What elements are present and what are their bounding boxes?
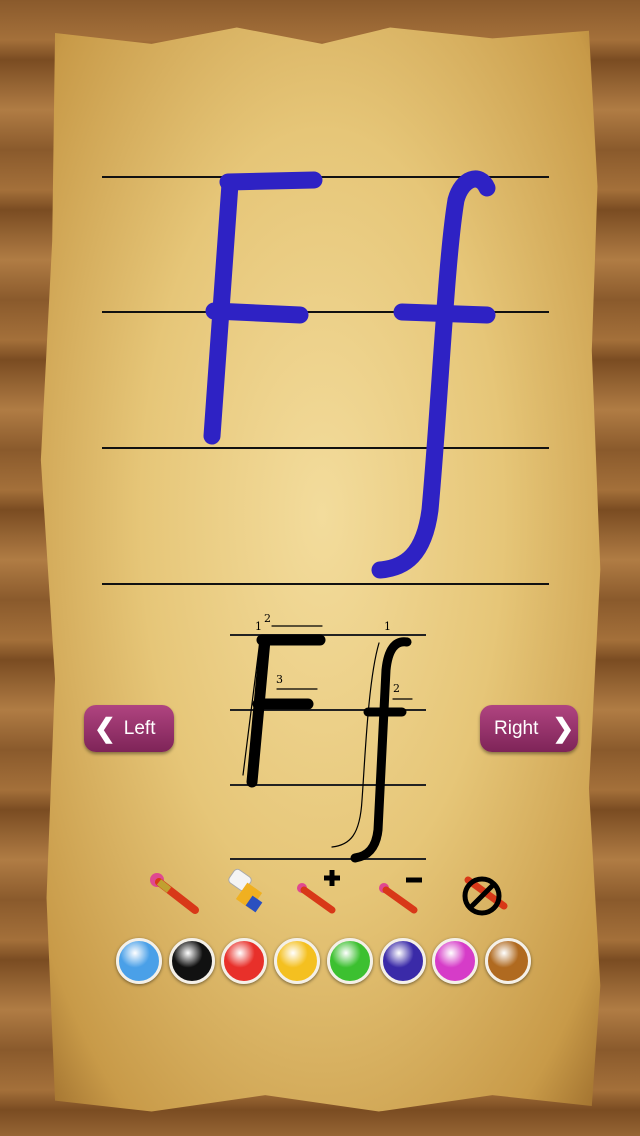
color-swatch[interactable] <box>484 938 531 984</box>
left-button-label: Left <box>123 717 156 739</box>
chevron-left-icon: ❮ <box>94 713 116 743</box>
color-swatch[interactable] <box>116 938 162 984</box>
left-button[interactable]: ❮ Left <box>84 705 174 752</box>
right-button[interactable]: Right ❯ <box>480 705 578 752</box>
paintbrush-minus-icon <box>379 877 422 914</box>
eraser-tool-button[interactable] <box>222 866 274 918</box>
right-button-label: Right <box>494 717 539 739</box>
eraser-icon <box>228 868 263 913</box>
guide-number: 2 <box>393 682 400 695</box>
brush-size-increase-button[interactable] <box>294 866 346 918</box>
color-swatch[interactable] <box>274 938 321 984</box>
paintbrush-plus-icon <box>297 870 340 914</box>
color-swatch[interactable] <box>432 938 479 984</box>
guide-number: 1 <box>384 620 391 633</box>
guide-number: 1 <box>255 620 262 633</box>
brush-size-decrease-button[interactable] <box>376 866 428 918</box>
color-swatch[interactable] <box>379 938 426 984</box>
color-swatch[interactable] <box>168 938 215 984</box>
brush-tool-button[interactable] <box>145 866 199 918</box>
no-brush-icon <box>462 876 508 916</box>
guide-number: 2 <box>264 612 271 625</box>
guide-number: 3 <box>276 673 283 686</box>
guide-letters: 1 2 3 1 2 <box>242 612 413 863</box>
color-swatch[interactable] <box>326 938 373 984</box>
paintbrush-icon <box>150 873 199 914</box>
chevron-right-icon: ❯ <box>552 713 575 743</box>
clear-button[interactable] <box>458 866 510 918</box>
